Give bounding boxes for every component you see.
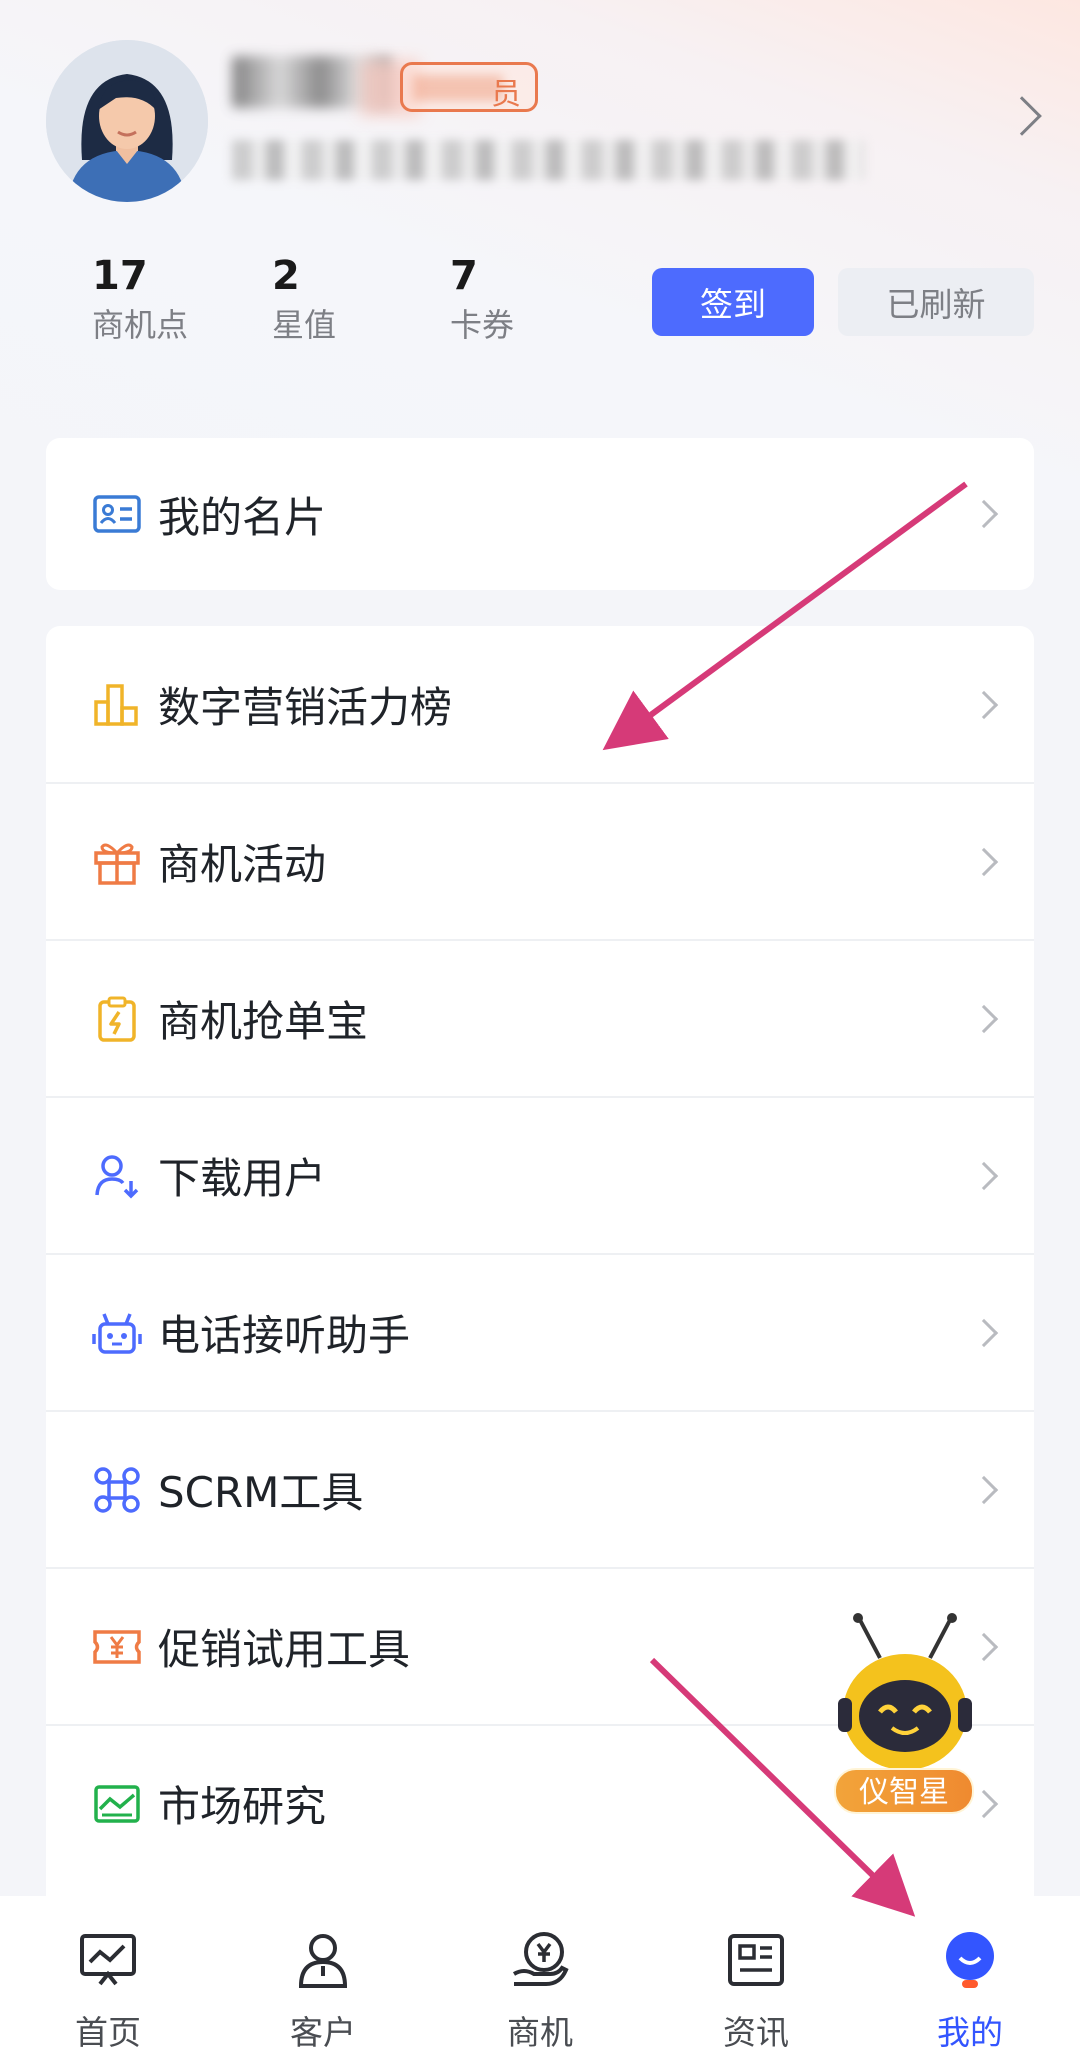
- chevron-right-icon: [969, 1161, 999, 1190]
- stat-label: 星值: [272, 306, 337, 344]
- chevron-right-icon: [969, 690, 999, 719]
- business-card-section: 我的名片: [46, 438, 1034, 590]
- news-icon: [728, 1934, 784, 1986]
- profile-header[interactable]: 员: [0, 0, 1080, 230]
- menu-item-label: 数字营销活力榜: [158, 683, 453, 732]
- tab-label: 商机: [507, 2013, 573, 2052]
- menu-item-label: 促销试用工具: [158, 1625, 411, 1674]
- tab-customers[interactable]: 客户: [243, 1896, 403, 2071]
- member-badge: 员: [400, 62, 538, 112]
- stat-value: 2: [272, 253, 300, 299]
- stat-label: 商机点: [92, 306, 189, 344]
- tab-label: 首页: [75, 2013, 141, 2052]
- assistant-robot[interactable]: 仪智星: [820, 1612, 990, 1822]
- bar-chart-icon: [94, 683, 138, 726]
- chevron-right-icon: [969, 499, 999, 529]
- member-badge-text: 员: [491, 77, 521, 112]
- stat-value: 7: [450, 253, 478, 299]
- tab-mine[interactable]: 我的: [890, 1896, 1050, 2071]
- assistant-label: 仪智星: [834, 1768, 974, 1814]
- chevron-right-icon: [969, 1318, 999, 1347]
- menu-item-label: 商机活动: [158, 840, 327, 889]
- stat-business-points[interactable]: 17 商机点: [92, 250, 252, 348]
- tab-opportunities[interactable]: 商机: [460, 1896, 620, 2071]
- user-subtitle-redacted: [232, 140, 864, 180]
- stat-value: 17: [92, 253, 148, 299]
- chevron-right-icon[interactable]: [1002, 96, 1042, 136]
- menu-item-phone-assistant[interactable]: 电话接听助手: [46, 1254, 1034, 1411]
- menu-item-marketing-ranking[interactable]: 数字营销活力榜: [46, 626, 1034, 783]
- chevron-right-icon: [969, 847, 999, 876]
- tab-label: 资讯: [723, 2013, 789, 2052]
- tab-home[interactable]: 首页: [28, 1896, 188, 2071]
- menu-item-label: SCRM工具: [158, 1468, 364, 1517]
- robot-mascot-icon: [838, 1613, 972, 1770]
- clipboard-flash-icon: [98, 996, 136, 1042]
- tab-news[interactable]: 资讯: [676, 1896, 836, 2071]
- menu-item-business-card[interactable]: 我的名片: [46, 438, 1034, 590]
- coupon-icon: [93, 1629, 141, 1664]
- gift-icon: [94, 843, 140, 885]
- robot-icon: [92, 1312, 142, 1354]
- mine-icon: [946, 1932, 994, 1988]
- menu-item-label: 下载用户: [158, 1154, 327, 1203]
- user-download-icon: [95, 1154, 139, 1198]
- chevron-right-icon: [969, 1004, 999, 1033]
- stat-label: 卡券: [450, 306, 515, 344]
- menu-item-business-activity[interactable]: 商机活动: [46, 783, 1034, 940]
- opportunity-icon: [512, 1932, 569, 1986]
- avatar[interactable]: [46, 40, 208, 202]
- chevron-right-icon: [969, 1475, 999, 1504]
- menu-item-label: 市场研究: [158, 1782, 327, 1831]
- refreshed-button[interactable]: 已刷新: [838, 268, 1034, 336]
- menu-item-scrm-tools[interactable]: SCRM工具: [46, 1411, 1034, 1568]
- menu-item-label: 商机抢单宝: [158, 997, 369, 1046]
- chart-picture-icon: [94, 1784, 140, 1823]
- customer-icon: [298, 1934, 348, 1988]
- home-chart-icon: [80, 1934, 136, 1986]
- tab-label: 我的: [937, 2013, 1003, 2052]
- stat-star-value[interactable]: 2 星值: [272, 250, 432, 348]
- menu-item-download-users[interactable]: 下载用户: [46, 1097, 1034, 1254]
- stat-coupons[interactable]: 7 卡券: [450, 250, 610, 348]
- menu-item-label: 我的名片: [158, 492, 327, 542]
- menu-item-label: 电话接听助手: [158, 1311, 411, 1360]
- bottom-tab-bar: 首页 客户 商机 资讯 我的: [0, 1896, 1080, 2071]
- command-icon: [94, 1466, 140, 1513]
- sign-in-button[interactable]: 签到: [652, 268, 814, 336]
- business-card-icon: [93, 495, 141, 533]
- menu-item-order-grabber[interactable]: 商机抢单宝: [46, 940, 1034, 1097]
- tab-label: 客户: [290, 2013, 356, 2052]
